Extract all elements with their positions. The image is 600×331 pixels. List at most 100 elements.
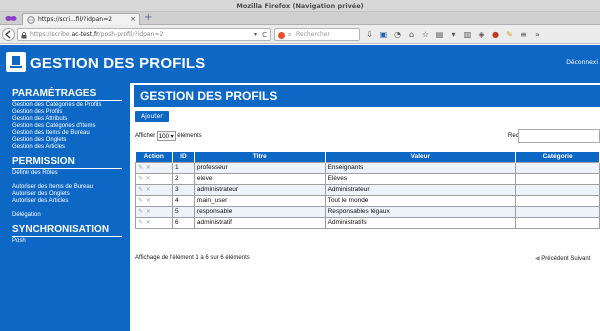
cell-valeur: Elèves <box>324 172 517 185</box>
cell-categorie <box>515 205 600 218</box>
cell-categorie <box>515 172 600 185</box>
main-title-bar: GESTION DES PROFILS <box>134 85 600 107</box>
magnifier-icon: ⌕ <box>288 31 292 38</box>
sidebar-item-onglets[interactable]: Gestion des Onglets <box>12 137 130 144</box>
library-icon[interactable]: ▥ <box>462 29 473 40</box>
download-icon[interactable]: ⇩ <box>364 29 375 40</box>
sidebar-item-attributs[interactable]: Gestion des Attributs <box>12 116 130 123</box>
private-browsing-icon[interactable] <box>5 14 17 23</box>
row-action-icons[interactable]: ✎ ✕ <box>135 194 173 207</box>
previous-page-button[interactable]: Précédent <box>541 256 568 262</box>
back-arrow-icon <box>4 30 11 39</box>
tab-close-icon[interactable]: × <box>130 14 136 25</box>
cell-id: 3 <box>171 183 195 196</box>
active-tab[interactable]: https://scri...fil/?idpan=2 × <box>22 13 140 25</box>
column-header-action[interactable]: Action <box>135 152 173 162</box>
cell-id: 2 <box>171 172 195 185</box>
table-row[interactable]: ✎ ✕ 5 responsable Responsables légaux <box>135 205 600 218</box>
row-action-icons[interactable]: ✎ ✕ <box>135 161 173 174</box>
browser-search-bar[interactable]: ⌕ Rechercher <box>274 28 360 41</box>
extension-icon[interactable]: ◈ <box>476 29 487 40</box>
cell-titre: administratif <box>193 216 326 229</box>
row-action-icons[interactable]: ✎ ✕ <box>135 216 173 229</box>
stop-icon[interactable]: ● <box>490 29 501 40</box>
cell-categorie <box>515 161 600 174</box>
pocket-icon[interactable]: ▾ <box>448 29 459 40</box>
row-action-icons[interactable]: ✎ ✕ <box>135 205 173 218</box>
lock-icon <box>21 32 27 39</box>
sidebar-item-autoriser-onglets[interactable]: Autoriser des Onglets <box>12 191 130 198</box>
sidebar-item-roles[interactable]: Définir des Rôles <box>12 170 130 177</box>
save-icon[interactable]: ▣ <box>378 29 389 40</box>
sidebar-item-articles[interactable]: Gestion des Articles <box>12 144 130 151</box>
logout-link[interactable]: Déconnexi <box>566 59 598 66</box>
window-title: Mozilla Firefox (Navigation privée) <box>0 0 600 12</box>
table-row[interactable]: ✎ ✕ 6 administratif Administratifs <box>135 216 600 229</box>
tool-icon[interactable]: ✎ <box>504 29 515 40</box>
cell-valeur: Enseignants <box>324 161 517 174</box>
menu-icon[interactable]: ≡ <box>518 29 529 40</box>
back-button[interactable] <box>2 28 15 41</box>
sidebar-item-autoriser-items[interactable]: Autoriser des Items de Bureau <box>12 184 130 191</box>
url-bar[interactable]: https://scribe.ac-test.fr/posh-profil/?i… <box>17 28 271 41</box>
add-button[interactable]: Ajouter <box>135 111 169 122</box>
column-header-id[interactable]: ID <box>172 152 195 162</box>
column-header-valeur[interactable]: Valeur <box>325 152 517 162</box>
page-title: GESTION DES PROFILS <box>140 89 278 103</box>
sidebar-section-synchronisation: SYNCHRONISATION <box>12 224 122 237</box>
row-action-icons[interactable]: ✎ ✕ <box>135 183 173 196</box>
table-row[interactable]: ✎ ✕ 1 professeur Enseignants <box>135 161 600 174</box>
cell-titre: responsable <box>193 205 326 218</box>
cell-categorie <box>515 183 600 196</box>
cell-titre: eleve <box>193 172 326 185</box>
sidebar-item-posh[interactable]: Posh <box>12 238 130 245</box>
cell-valeur: Responsables légaux <box>324 205 517 218</box>
toolbar-icons: ⇩ ▣ ◔ ⌂ ☆ ▤ ▾ ▥ ◈ ● ✎ ≡ » <box>364 29 543 41</box>
search-placeholder: Rechercher <box>296 31 330 38</box>
length-prefix-label: Afficher <box>135 133 156 139</box>
search-engine-icon[interactable] <box>278 32 285 39</box>
table-info: Affichage de l'élément 1 à 6 sur 6 éléme… <box>135 255 250 261</box>
sidebar-item-categories-profils[interactable]: Gestion des Catégories de Profils <box>12 102 130 109</box>
cell-valeur: Administratifs <box>324 216 517 229</box>
sidebar-section-parametrages: PARAMÉTRAGES <box>12 88 122 101</box>
cell-valeur: Tout le monde <box>324 194 517 207</box>
sidebar-item-categories-items[interactable]: Gestion des Catégories d'Items <box>12 123 130 130</box>
page-length-control: Afficher 100 ▾ éléments <box>135 131 202 141</box>
navigation-bar: https://scribe.ac-test.fr/posh-profil/?i… <box>0 25 600 44</box>
history-icon[interactable]: ◔ <box>392 29 403 40</box>
tab-title: https://scri...fil/?idpan=2 <box>38 16 113 23</box>
sidebar: PARAMÉTRAGES Gestion des Catégories de P… <box>0 83 130 331</box>
clipboard-icon[interactable]: ▤ <box>434 29 445 40</box>
profiles-table: Action ID Titre Valeur Catégorie ✎ ✕ 1 p… <box>135 152 600 229</box>
table-row[interactable]: ✎ ✕ 2 eleve Elèves <box>135 172 600 185</box>
home-icon[interactable]: ⌂ <box>406 29 417 40</box>
globe-icon <box>27 16 35 24</box>
column-header-categorie[interactable]: Catégorie <box>515 152 600 162</box>
main-content: GESTION DES PROFILS Ajouter Afficher 100… <box>130 83 600 331</box>
page-length-select[interactable]: 100 ▾ <box>156 131 176 141</box>
previous-arrow-icon: ◀ <box>535 256 540 262</box>
next-page-button[interactable]: Suivant <box>570 256 590 262</box>
logo-icon <box>6 52 26 72</box>
sidebar-item-items-bureau[interactable]: Gestion des Items de Bureau <box>12 130 130 137</box>
reload-icon[interactable]: C <box>262 29 267 41</box>
cell-id: 5 <box>171 205 195 218</box>
table-row[interactable]: ✎ ✕ 3 administrateur Administrateur <box>135 183 600 196</box>
table-search-input[interactable] <box>518 129 600 143</box>
cell-valeur: Administrateur <box>324 183 517 196</box>
sidebar-item-profils[interactable]: Gestion des Profils <box>12 109 130 116</box>
bookmark-star-icon[interactable]: ☆ <box>420 29 431 40</box>
sidebar-item-autoriser-articles[interactable]: Autoriser des Articles <box>12 198 130 205</box>
cell-categorie <box>515 194 600 207</box>
pagination: ◀ Précédent Suivant <box>535 255 590 262</box>
column-header-titre[interactable]: Titre <box>194 152 326 162</box>
row-action-icons[interactable]: ✎ ✕ <box>135 172 173 185</box>
tab-bar: https://scri...fil/?idpan=2 × + <box>0 12 600 25</box>
new-tab-button[interactable]: + <box>144 12 152 24</box>
chevron-down-icon: ▾ <box>170 134 174 140</box>
overflow-icon[interactable]: » <box>532 29 543 40</box>
url-dropdown-icon[interactable]: ▾ <box>254 29 257 41</box>
sidebar-item-delegation[interactable]: Délégation <box>12 212 130 219</box>
table-row[interactable]: ✎ ✕ 4 main_user Tout le monde <box>135 194 600 207</box>
